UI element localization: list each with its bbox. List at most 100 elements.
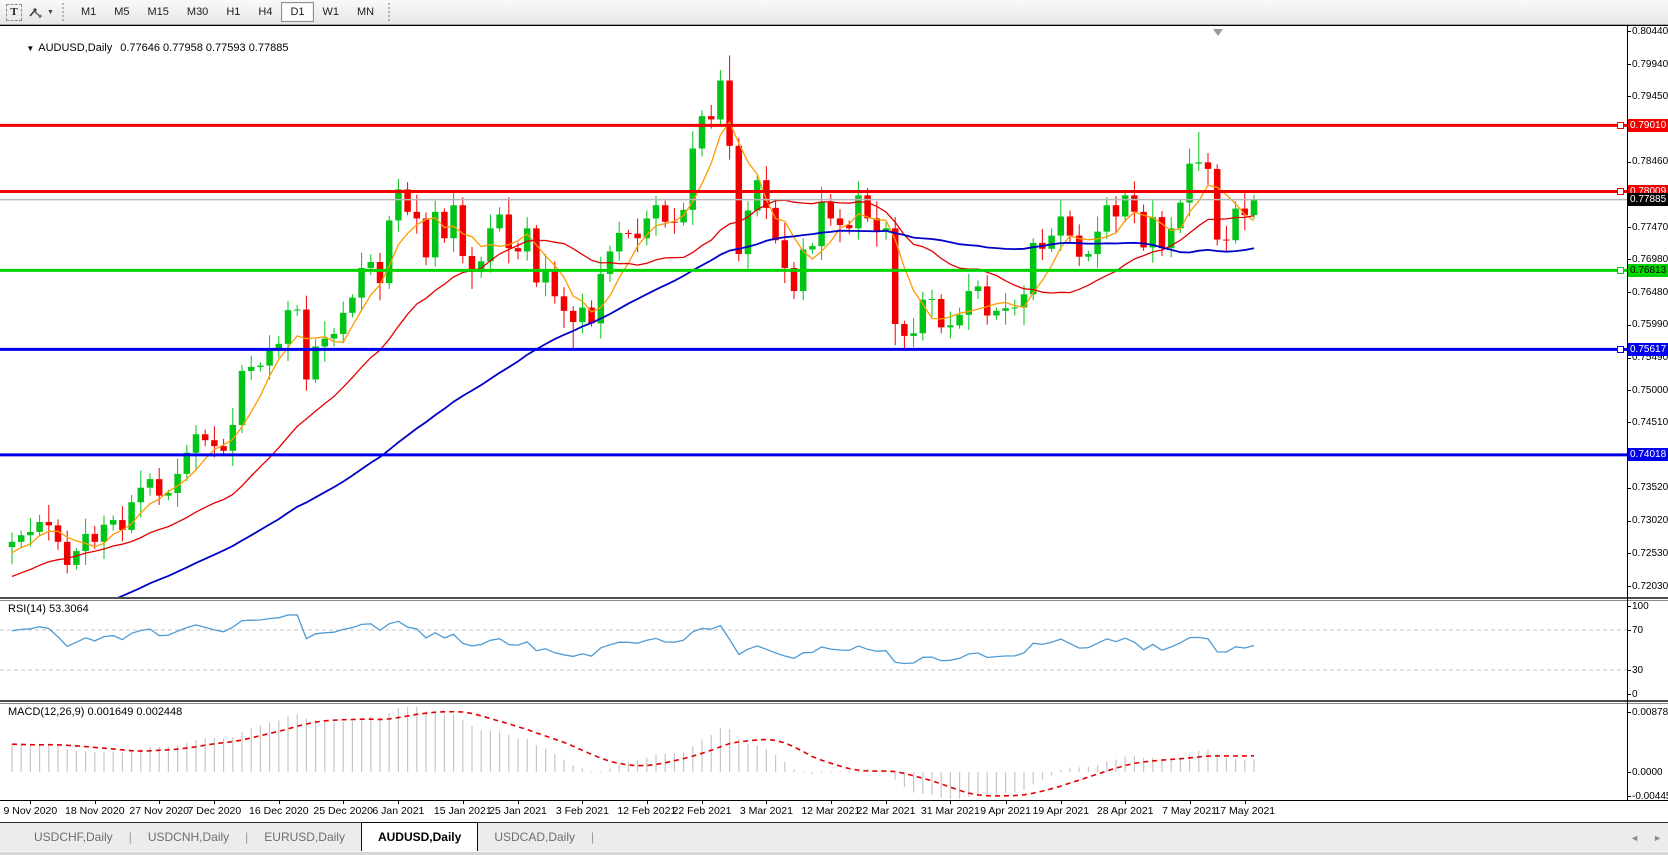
date-axis-tick bbox=[518, 801, 519, 804]
candle bbox=[1204, 162, 1212, 169]
tab-eurusd[interactable]: EURUSD,Daily bbox=[248, 823, 361, 851]
text-tool-button[interactable]: T bbox=[3, 2, 25, 22]
level-drag-handle[interactable] bbox=[1617, 345, 1624, 353]
tab-audusd[interactable]: AUDUSD,Daily bbox=[360, 822, 479, 851]
macd-bar bbox=[1143, 758, 1145, 772]
macd-bar bbox=[1106, 761, 1108, 772]
candle bbox=[634, 233, 641, 239]
macd-bar bbox=[913, 772, 915, 793]
timeframe-button-m5[interactable]: M5 bbox=[105, 2, 138, 22]
toolbar: T ▼ M1 M5 M15 M30 H1 H4 D1 W1 MN bbox=[0, 0, 1668, 25]
timeframe-button-h4[interactable]: H4 bbox=[249, 2, 281, 22]
candle bbox=[753, 180, 761, 211]
level-drag-handle[interactable] bbox=[1617, 121, 1624, 129]
tab-scroll-left-icon[interactable]: ◄ bbox=[1630, 833, 1639, 843]
macd-bar bbox=[821, 771, 823, 773]
macd-bar bbox=[112, 751, 114, 772]
timeframe-button-d1[interactable]: D1 bbox=[281, 2, 314, 22]
pane-separator-main-rsi[interactable] bbox=[0, 597, 1668, 601]
date-axis-label: 31 Mar 2021 bbox=[920, 805, 980, 817]
macd-bar bbox=[29, 744, 31, 772]
macd-bar bbox=[692, 746, 694, 772]
rsi-line bbox=[11, 614, 1255, 665]
candle bbox=[211, 440, 218, 447]
macd-bar bbox=[673, 753, 675, 772]
tab-usdcnh[interactable]: USDCNH,Daily bbox=[132, 823, 245, 851]
candle bbox=[450, 205, 457, 239]
price-axis-tick bbox=[1627, 586, 1631, 588]
macd-bar bbox=[1014, 772, 1016, 793]
date-axis-label: 7 Dec 2020 bbox=[187, 805, 242, 817]
pane-separator-rsi-macd[interactable] bbox=[0, 700, 1668, 704]
candle bbox=[54, 525, 62, 542]
timeframe-button-w1[interactable]: W1 bbox=[314, 2, 349, 22]
timeframe-button-m30[interactable]: M30 bbox=[178, 2, 217, 22]
candle bbox=[63, 541, 71, 565]
macd-bar bbox=[1198, 751, 1200, 772]
candle bbox=[1020, 294, 1028, 308]
candle bbox=[1250, 199, 1258, 216]
candle bbox=[1131, 195, 1138, 212]
macd-bar bbox=[839, 771, 841, 773]
macd-bar bbox=[995, 772, 997, 795]
macd-bar bbox=[1115, 759, 1117, 772]
candle bbox=[781, 240, 789, 268]
candle bbox=[192, 434, 200, 453]
candle bbox=[652, 205, 660, 219]
date-axis[interactable]: 9 Nov 2020 18 Nov 2020 27 Nov 2020 7 Dec 20… bbox=[0, 800, 1668, 822]
macd-bar bbox=[811, 772, 813, 774]
macd-bar bbox=[894, 772, 896, 780]
timeframe-button-mn[interactable]: MN bbox=[348, 2, 383, 22]
timeframe-button-m15[interactable]: M15 bbox=[139, 2, 178, 22]
date-axis-tick bbox=[278, 801, 280, 804]
price-axis-tick bbox=[1627, 487, 1631, 489]
price-axis-tick bbox=[1627, 227, 1631, 229]
tab-usdchf[interactable]: USDCHF,Daily bbox=[18, 823, 129, 851]
macd-bar bbox=[1069, 767, 1071, 772]
macd-bar bbox=[646, 757, 648, 772]
date-axis-label: 3 Mar 2021 bbox=[739, 805, 793, 817]
candle bbox=[726, 80, 733, 146]
macd-bar bbox=[986, 772, 988, 795]
chart-tabs: USDCHF,Daily | USDCNH,Daily | EURUSD,Daily AU… bbox=[18, 822, 594, 851]
timeframe-button-m1[interactable]: M1 bbox=[72, 2, 105, 22]
price-axis-label: 0.73520 bbox=[1632, 482, 1668, 494]
candle bbox=[809, 246, 816, 250]
rsi-axis-tick bbox=[1627, 670, 1631, 671]
macd-bar bbox=[1207, 749, 1209, 772]
chevron-down-icon[interactable]: ▼ bbox=[26, 44, 34, 53]
macd-bar bbox=[1087, 767, 1089, 772]
chart-shift-marker[interactable] bbox=[1213, 29, 1223, 36]
candle bbox=[91, 533, 99, 542]
date-axis-label: 22 Mar 2021 bbox=[856, 805, 916, 817]
tab-usdcad[interactable]: USDCAD,Daily bbox=[478, 823, 591, 851]
macd-bar bbox=[1189, 754, 1191, 772]
macd-bar bbox=[572, 765, 574, 772]
macd-bar bbox=[949, 772, 951, 799]
timeframe-button-h1[interactable]: H1 bbox=[217, 2, 249, 22]
macd-bar bbox=[324, 721, 326, 772]
candle bbox=[459, 205, 467, 257]
macd-bar bbox=[361, 718, 363, 772]
macd-bar bbox=[1032, 772, 1034, 785]
macd-bar bbox=[342, 721, 344, 772]
macd-bar bbox=[1005, 772, 1007, 794]
arrows-tool-button[interactable]: ▼ bbox=[25, 2, 57, 22]
macd-bar bbox=[618, 764, 620, 772]
macd-bar bbox=[922, 772, 924, 794]
macd-bar bbox=[223, 738, 225, 772]
candle bbox=[100, 524, 108, 542]
macd-bar bbox=[1041, 772, 1043, 780]
candle bbox=[349, 297, 356, 313]
candle bbox=[569, 310, 577, 323]
level-drag-handle[interactable] bbox=[1617, 266, 1624, 274]
macd-bar bbox=[719, 728, 721, 772]
level-price-badge: 0.76813 bbox=[1628, 263, 1668, 277]
date-axis-label: 6 Jan 2021 bbox=[372, 805, 425, 817]
macd-bar bbox=[508, 734, 510, 772]
level-drag-handle[interactable] bbox=[1617, 187, 1624, 195]
price-axis-line bbox=[1627, 26, 1628, 800]
candle bbox=[661, 205, 669, 222]
candle bbox=[109, 520, 117, 525]
tab-scroll-right-icon[interactable]: ► bbox=[1653, 833, 1662, 843]
